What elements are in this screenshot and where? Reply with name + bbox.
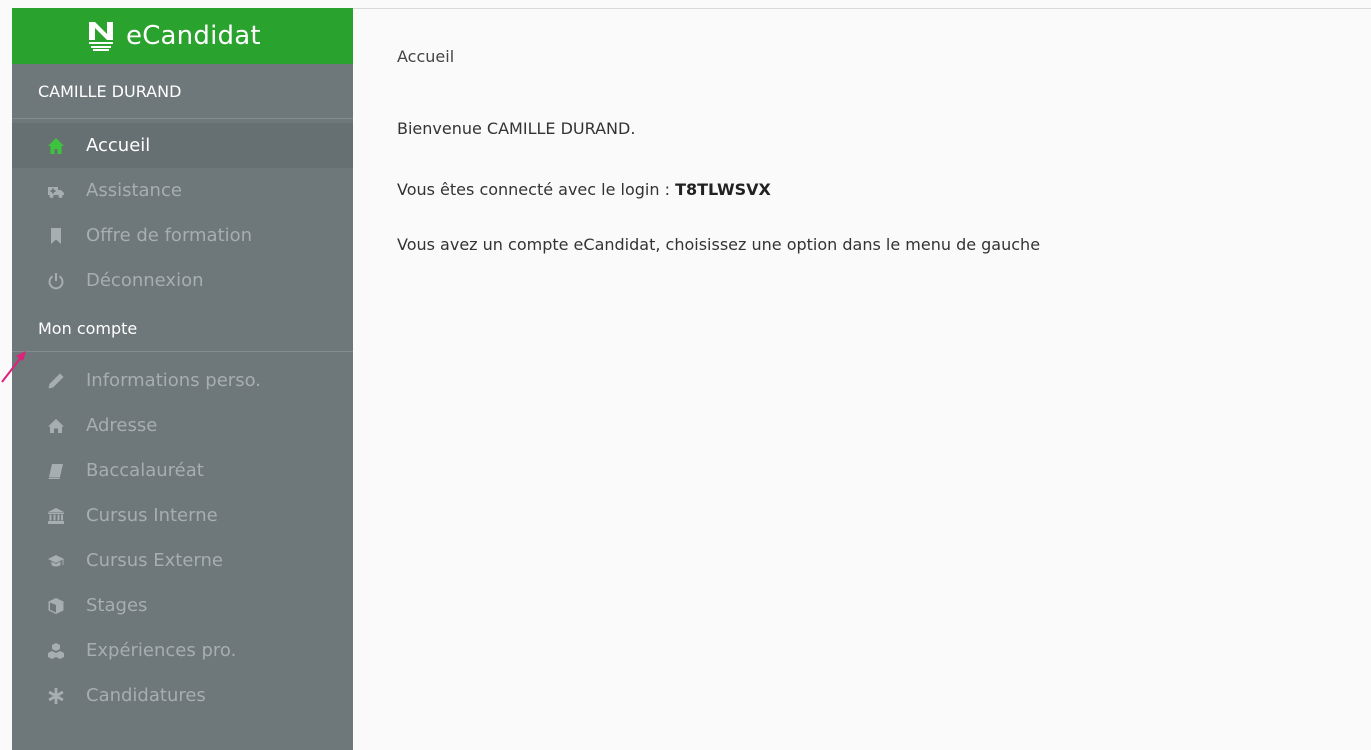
main-content: Accueil Bienvenue CAMILLE DURAND. Vous ê… xyxy=(353,8,1371,750)
nav-item-accueil[interactable]: Accueil xyxy=(12,123,353,168)
login-label: Vous êtes connecté avec le login : xyxy=(397,180,676,199)
ambulance-icon xyxy=(46,181,66,201)
nav-item-assistance[interactable]: Assistance xyxy=(12,168,353,213)
nav-item-informations-perso[interactable]: Informations perso. xyxy=(12,358,353,403)
pencil-icon xyxy=(46,371,66,391)
nav-item-cursus-interne[interactable]: Cursus Interne xyxy=(12,493,353,538)
login-info: Vous êtes connecté avec le login : T8TLW… xyxy=(397,180,771,199)
nav-item-label: Cursus Interne xyxy=(86,505,218,526)
section-mon-compte: Mon compte xyxy=(12,303,353,352)
bookmark-icon xyxy=(46,226,66,246)
nav-item-label: Accueil xyxy=(86,135,151,156)
nav-item-label: Déconnexion xyxy=(86,270,204,291)
power-icon xyxy=(46,271,66,291)
login-value: T8TLWSVX xyxy=(675,180,771,199)
breadcrumb: Accueil xyxy=(397,47,455,66)
nav-item-label: Baccalauréat xyxy=(86,460,204,481)
graduation-cap-icon xyxy=(46,551,66,571)
nav-item-deconnexion[interactable]: Déconnexion xyxy=(12,258,353,303)
nav-item-cursus-externe[interactable]: Cursus Externe xyxy=(12,538,353,583)
nav-item-experiences-pro[interactable]: Expériences pro. xyxy=(12,628,353,673)
main-nav: Accueil Assistance Offre de formation Dé… xyxy=(12,123,353,303)
nav-item-baccalaureat[interactable]: Baccalauréat xyxy=(12,448,353,493)
nav-item-adresse[interactable]: Adresse xyxy=(12,403,353,448)
nav-item-stages[interactable]: Stages xyxy=(12,583,353,628)
asterisk-icon xyxy=(46,686,66,706)
sidebar: eCandidat CAMILLE DURAND Accueil Assista… xyxy=(12,8,353,750)
nav-item-label: Stages xyxy=(86,595,148,616)
nav-item-label: Adresse xyxy=(86,415,158,436)
nav-item-candidatures[interactable]: Candidatures xyxy=(12,673,353,718)
institution-icon xyxy=(46,506,66,526)
instruction-text: Vous avez un compte eCandidat, choisisse… xyxy=(397,235,1041,254)
account-nav: Informations perso. Adresse Baccalauréat… xyxy=(12,358,353,718)
annotation-arrow xyxy=(1,351,26,383)
app-title: eCandidat xyxy=(126,21,261,51)
nav-item-label: Assistance xyxy=(86,180,182,201)
house-icon xyxy=(46,416,66,436)
nav-item-offre-formation[interactable]: Offre de formation xyxy=(12,213,353,258)
nav-item-label: Informations perso. xyxy=(86,370,261,391)
welcome-text: Bienvenue CAMILLE DURAND. xyxy=(397,119,636,138)
nav-item-label: Expériences pro. xyxy=(86,640,237,661)
nav-item-label: Cursus Externe xyxy=(86,550,223,571)
nav-item-label: Candidatures xyxy=(86,685,206,706)
university-logo xyxy=(89,22,113,51)
app-header[interactable]: eCandidat xyxy=(12,8,353,64)
book-icon xyxy=(46,461,66,481)
cube-icon xyxy=(46,596,66,616)
home-icon xyxy=(46,136,66,156)
cubes-icon xyxy=(46,641,66,661)
nav-item-label: Offre de formation xyxy=(86,225,253,246)
user-name: CAMILLE DURAND xyxy=(12,64,353,119)
